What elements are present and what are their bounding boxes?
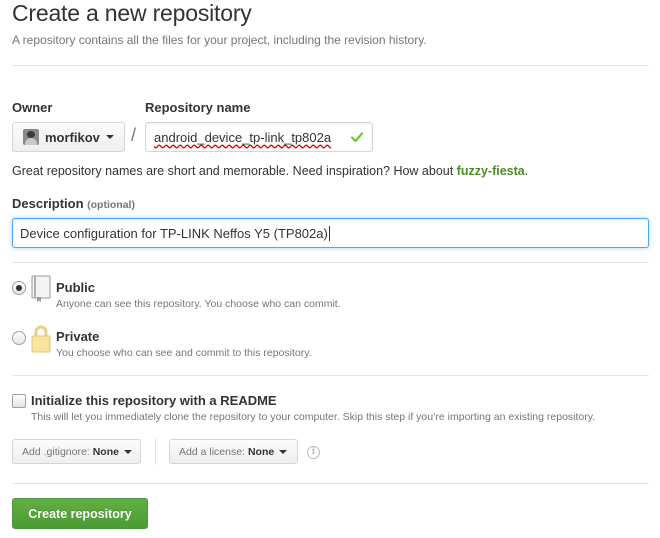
optional-tag: (optional): [87, 199, 135, 211]
private-note: You choose who can see and commit to thi…: [56, 347, 312, 359]
public-title: Public: [56, 280, 96, 295]
text-cursor: [328, 225, 330, 241]
owner-label: Owner: [12, 100, 53, 115]
owner-select[interactable]: morfikov: [12, 122, 125, 152]
license-label: Add a license:: [179, 445, 245, 458]
owner-repo-separator: /: [131, 125, 137, 145]
name-suggestion[interactable]: fuzzy-fiesta: [457, 164, 525, 178]
repo-book-icon: [31, 275, 51, 302]
public-radio[interactable]: [12, 281, 26, 295]
private-title: Private: [56, 329, 100, 344]
description-label: Description (optional): [12, 196, 135, 211]
avatar: [23, 129, 39, 145]
repo-name-hint: Great repository names are short and mem…: [12, 164, 528, 178]
description-label-text: Description: [12, 196, 84, 211]
gitignore-value: None: [92, 445, 119, 458]
gitignore-select[interactable]: Add .gitignore: None: [12, 439, 141, 464]
repo-name-label: Repository name: [145, 100, 251, 115]
readme-title: Initialize this repository with a README: [31, 393, 277, 408]
license-value: None: [247, 445, 275, 458]
readme-checkbox[interactable]: [12, 394, 26, 408]
info-icon[interactable]: i: [307, 446, 320, 459]
owner-value: morfikov: [45, 129, 100, 145]
hint-suffix: .: [524, 164, 529, 178]
divider: [12, 262, 649, 263]
description-value: Device configuration for TP-LINK Neffos …: [20, 225, 328, 241]
divider: [12, 375, 649, 376]
divider: [155, 438, 156, 465]
caret-down-icon: [123, 449, 132, 454]
public-note: Anyone can see this repository. You choo…: [56, 298, 341, 310]
divider: [12, 483, 649, 484]
check-icon: [350, 132, 364, 143]
readme-note: This will let you immediately clone the …: [31, 411, 596, 423]
divider: [12, 65, 649, 66]
license-select[interactable]: Add a license: None: [169, 439, 298, 464]
caret-down-icon: [105, 135, 114, 139]
gitignore-label: Add .gitignore:: [22, 445, 90, 458]
lock-icon: [31, 325, 51, 353]
repo-name-value: android_device_tp-link_tp802a: [154, 129, 332, 145]
description-input[interactable]: Device configuration for TP-LINK Neffos …: [12, 218, 649, 248]
create-repository-button[interactable]: Create repository: [12, 498, 148, 529]
caret-down-icon: [279, 449, 288, 454]
hint-text: Great repository names are short and mem…: [12, 164, 457, 178]
page-title: Create a new repository: [12, 0, 252, 26]
page-subtitle: A repository contains all the files for …: [12, 33, 427, 47]
private-radio[interactable]: [12, 331, 26, 345]
repo-name-input[interactable]: android_device_tp-link_tp802a: [145, 122, 373, 152]
